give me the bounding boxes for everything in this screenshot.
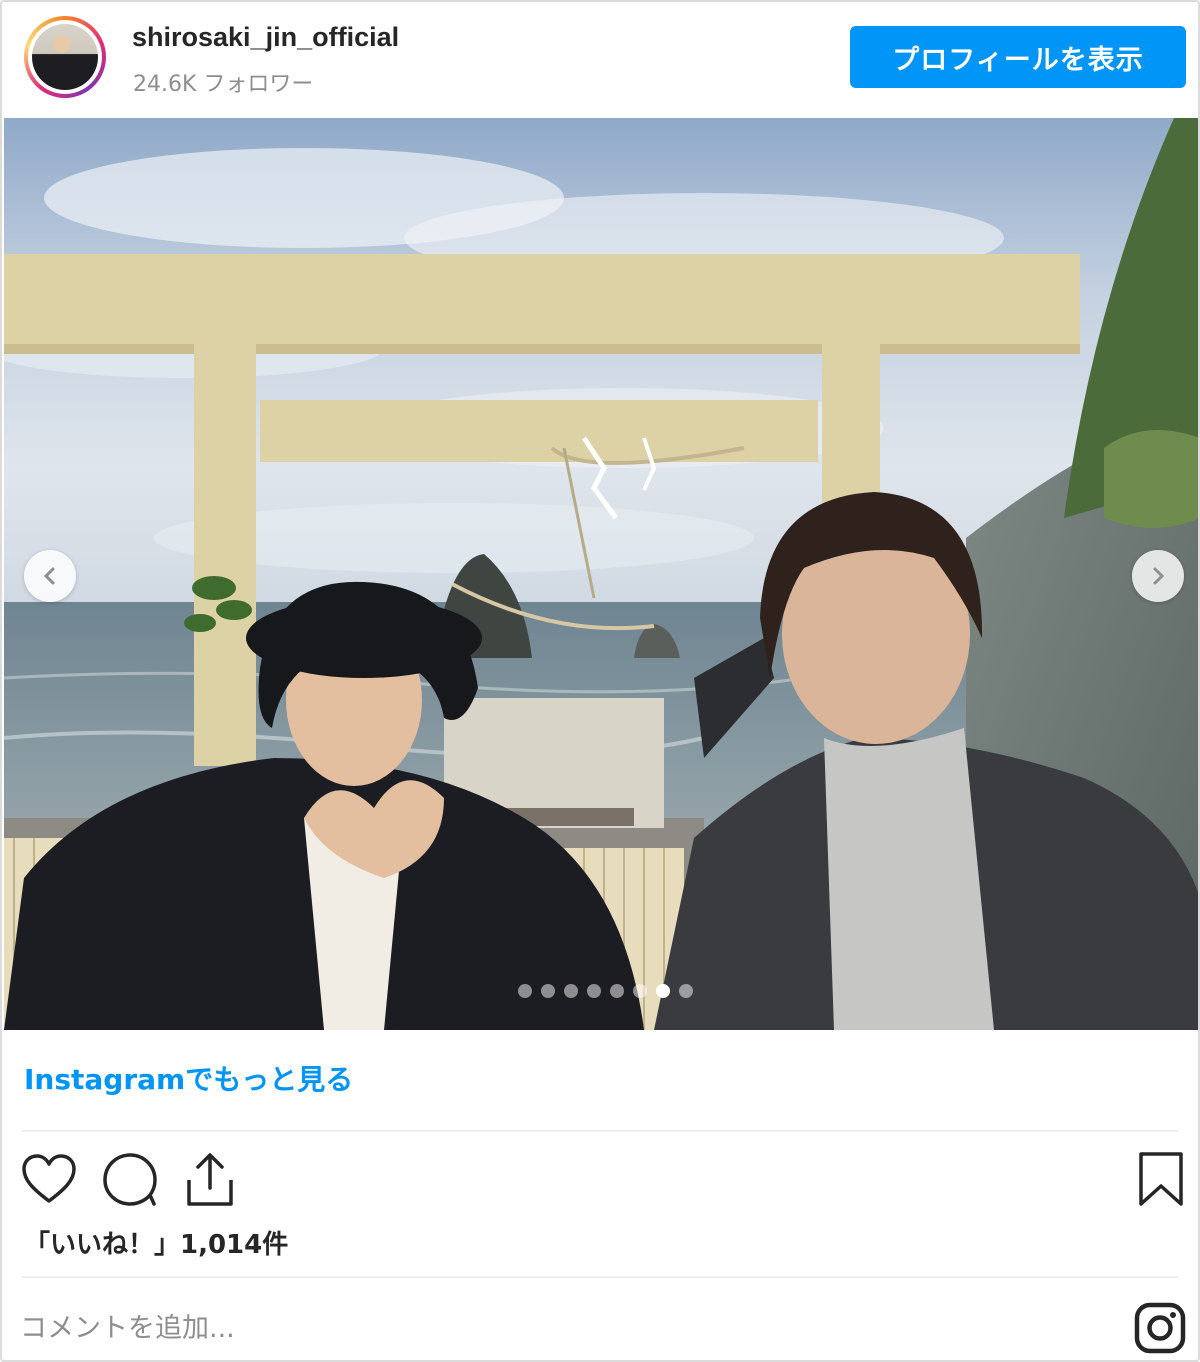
instagram-icon: [1134, 1302, 1186, 1354]
carousel-dot: [564, 984, 578, 998]
share-button[interactable]: [180, 1148, 240, 1210]
carousel-dot: [679, 984, 693, 998]
carousel-dot: [633, 984, 647, 998]
comment-input[interactable]: [20, 1302, 1100, 1354]
carousel-indicator: [518, 984, 693, 998]
chevron-left-icon: [43, 567, 55, 585]
view-profile-button[interactable]: プロフィールを表示: [850, 26, 1186, 88]
carousel-prev-button[interactable]: [24, 550, 76, 602]
like-button[interactable]: [20, 1150, 78, 1208]
like-count: 「いいね！」1,014件: [24, 1230, 289, 1260]
post-photo[interactable]: [4, 118, 1198, 1030]
carousel-dot: [587, 984, 601, 998]
carousel-dot: [656, 984, 670, 998]
post-header: shirosaki_jin_official 24.6K フォロワー プロフィー…: [2, 2, 1198, 118]
carousel-dot: [610, 984, 624, 998]
avatar[interactable]: [24, 16, 106, 98]
comment-button[interactable]: [100, 1150, 160, 1208]
avatar-image: [32, 24, 98, 90]
carousel-dot: [518, 984, 532, 998]
view-more-on-instagram-link[interactable]: Instagramでもっと見る: [24, 1058, 353, 1098]
follower-count: 24.6K フォロワー: [133, 72, 314, 97]
photo-scene: [4, 118, 1198, 1030]
share-icon: [187, 1153, 233, 1206]
username[interactable]: shirosaki_jin_official: [132, 22, 399, 53]
comment-icon: [103, 1153, 157, 1206]
instagram-logo-link[interactable]: [1134, 1302, 1186, 1354]
chevron-right-icon: [1153, 567, 1165, 585]
carousel-dot: [541, 984, 555, 998]
carousel-next-button[interactable]: [1132, 550, 1184, 602]
divider: [22, 1276, 1178, 1278]
divider: [22, 1130, 1178, 1132]
save-button[interactable]: [1132, 1148, 1190, 1210]
heart-icon: [22, 1154, 76, 1203]
instagram-embed-card: shirosaki_jin_official 24.6K フォロワー プロフィー…: [0, 0, 1200, 1362]
bookmark-icon: [1139, 1152, 1183, 1206]
